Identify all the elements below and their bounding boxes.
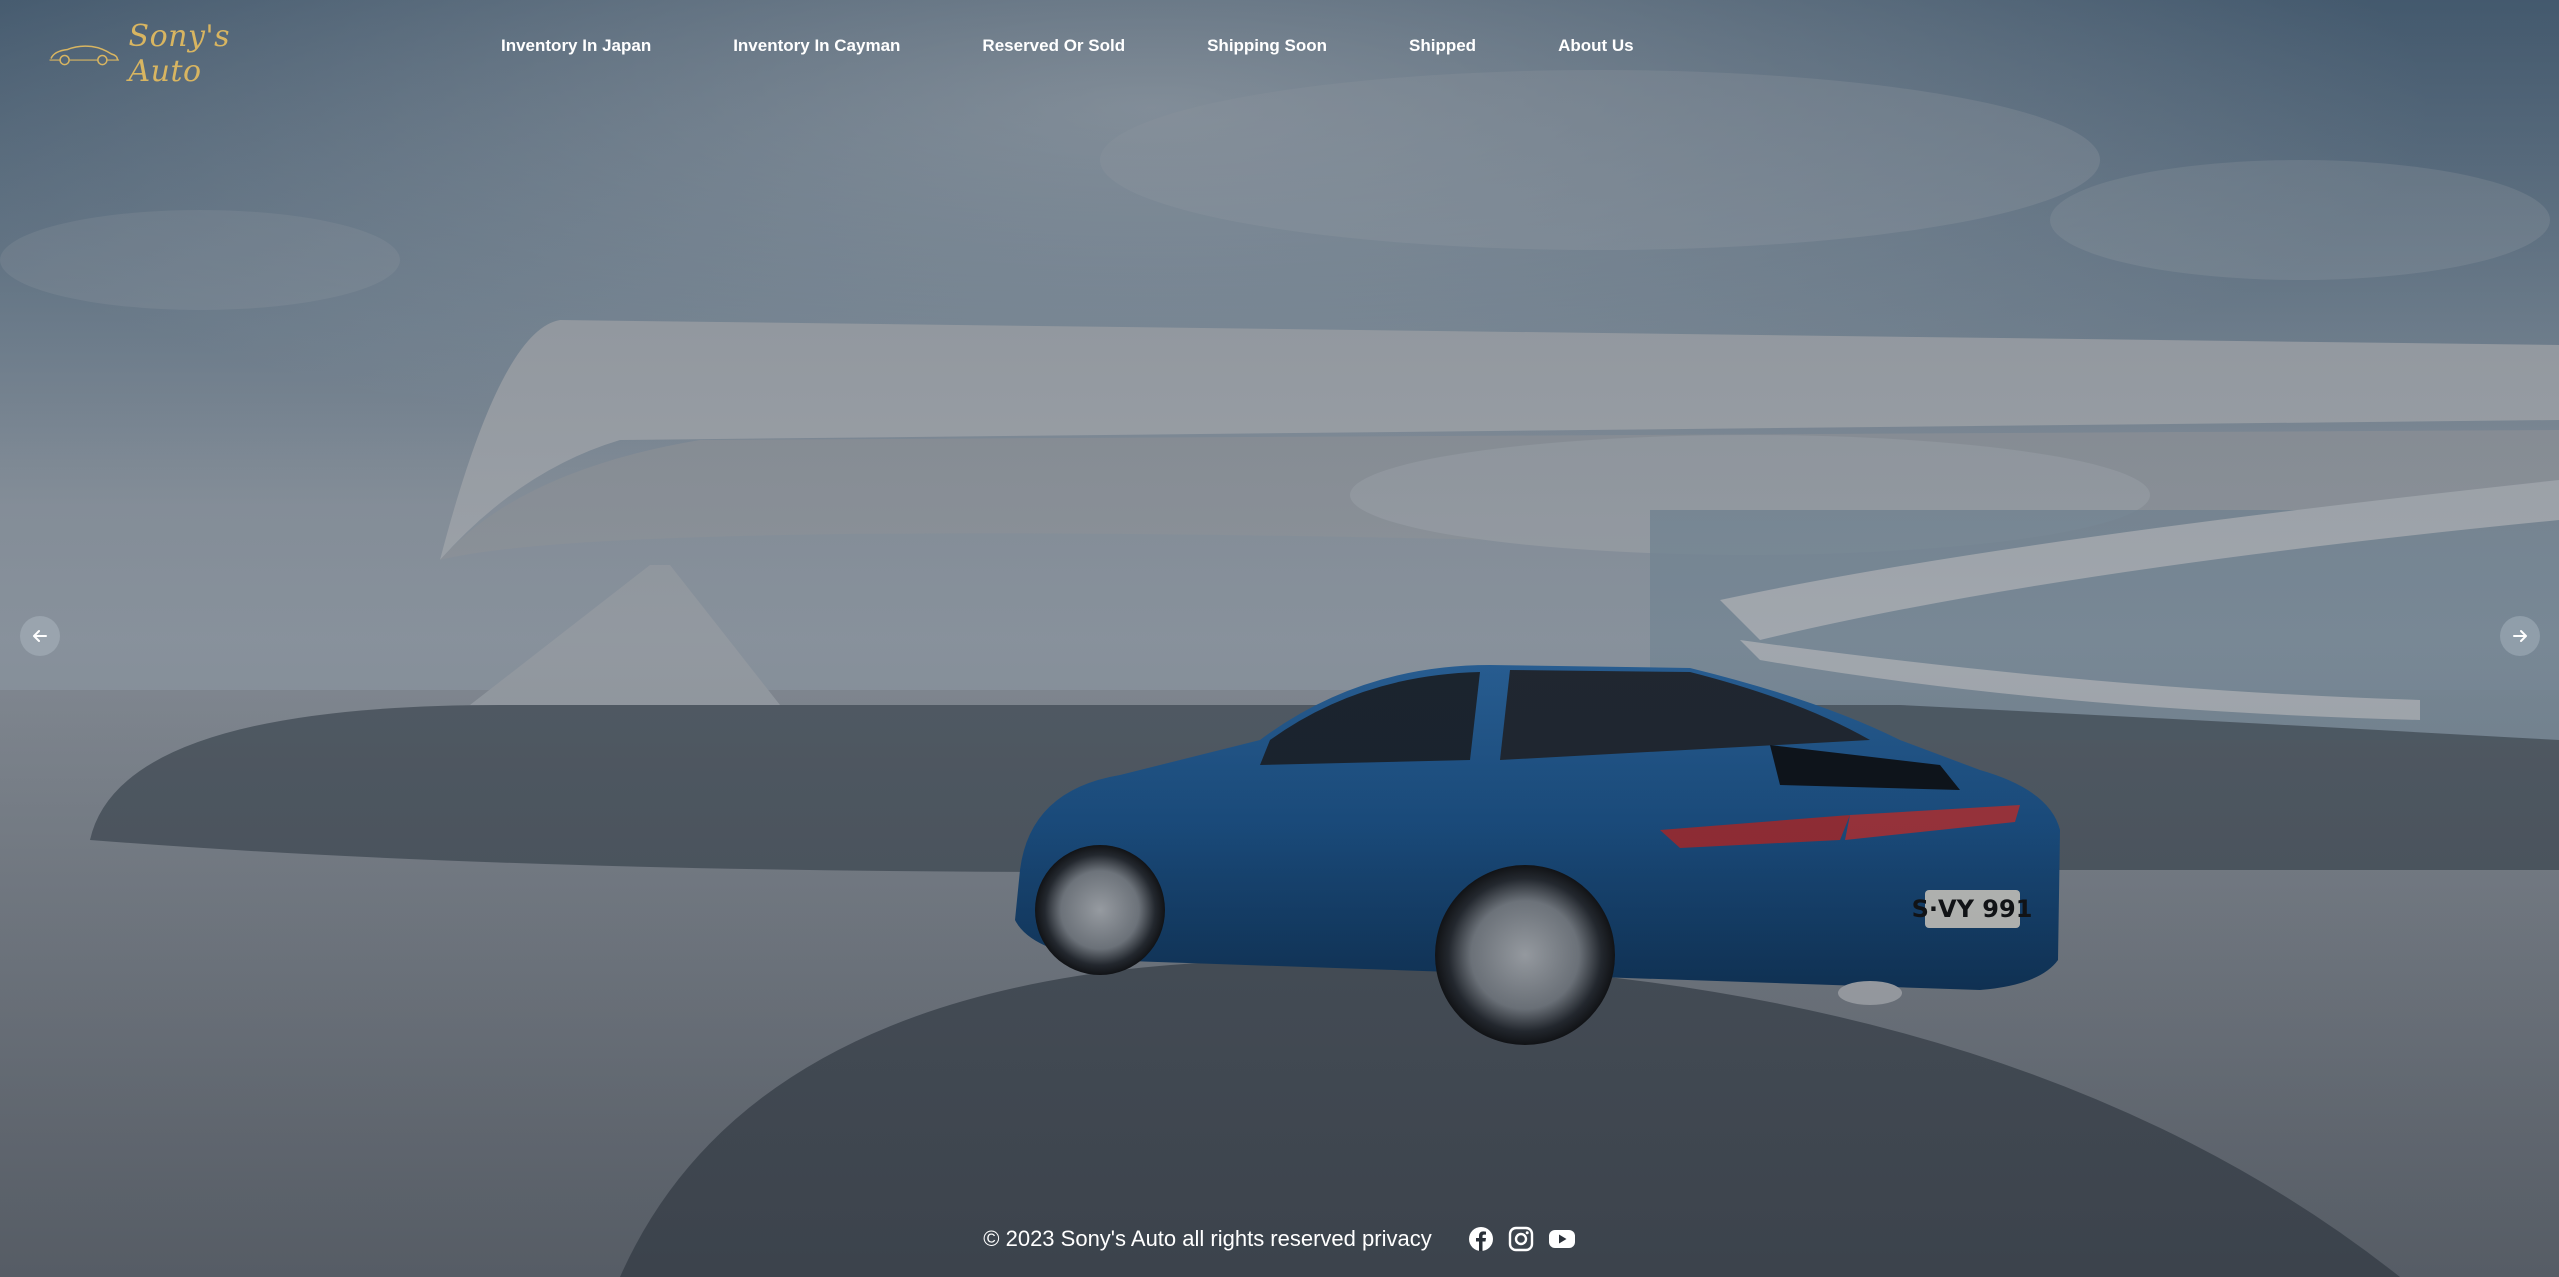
nav-inventory-japan[interactable]: Inventory In Japan bbox=[501, 36, 651, 56]
hero-banner: S·VY 991 bbox=[0, 0, 2559, 1277]
arrow-right-icon bbox=[2513, 630, 2527, 642]
instagram-link[interactable] bbox=[1508, 1226, 1534, 1252]
site-header: Sony's Auto Inventory In Japan Inventory… bbox=[0, 0, 2559, 100]
facebook-link[interactable] bbox=[1468, 1226, 1494, 1252]
main-nav: Inventory In Japan Inventory In Cayman R… bbox=[460, 36, 1675, 56]
car-logo-icon bbox=[49, 45, 120, 66]
logo-text: Sony's Auto bbox=[128, 19, 231, 89]
nav-shipped[interactable]: Shipped bbox=[1409, 36, 1476, 56]
nav-shipping-soon[interactable]: Shipping Soon bbox=[1207, 36, 1327, 56]
youtube-icon bbox=[1548, 1230, 1575, 1248]
logo[interactable]: Sony's Auto bbox=[48, 19, 268, 89]
nav-inventory-cayman[interactable]: Inventory In Cayman bbox=[733, 36, 900, 56]
site-footer: © 2023 Sony's Auto all rights reserved p… bbox=[0, 1222, 2559, 1256]
license-plate: S·VY 991 bbox=[1912, 895, 2033, 923]
nav-about-us[interactable]: About Us bbox=[1558, 36, 1634, 56]
nav-reserved-or-sold[interactable]: Reserved Or Sold bbox=[982, 36, 1125, 56]
facebook-icon bbox=[1468, 1227, 1493, 1251]
carousel-prev-button[interactable] bbox=[20, 616, 60, 656]
youtube-link[interactable] bbox=[1548, 1228, 1576, 1250]
copyright-text: © 2023 Sony's Auto all rights reserved p… bbox=[983, 1226, 1432, 1251]
hero-background-image: S·VY 991 bbox=[0, 0, 2559, 1277]
instagram-icon bbox=[1508, 1226, 1533, 1252]
arrow-left-icon bbox=[33, 630, 47, 642]
carousel-next-button[interactable] bbox=[2500, 616, 2540, 656]
